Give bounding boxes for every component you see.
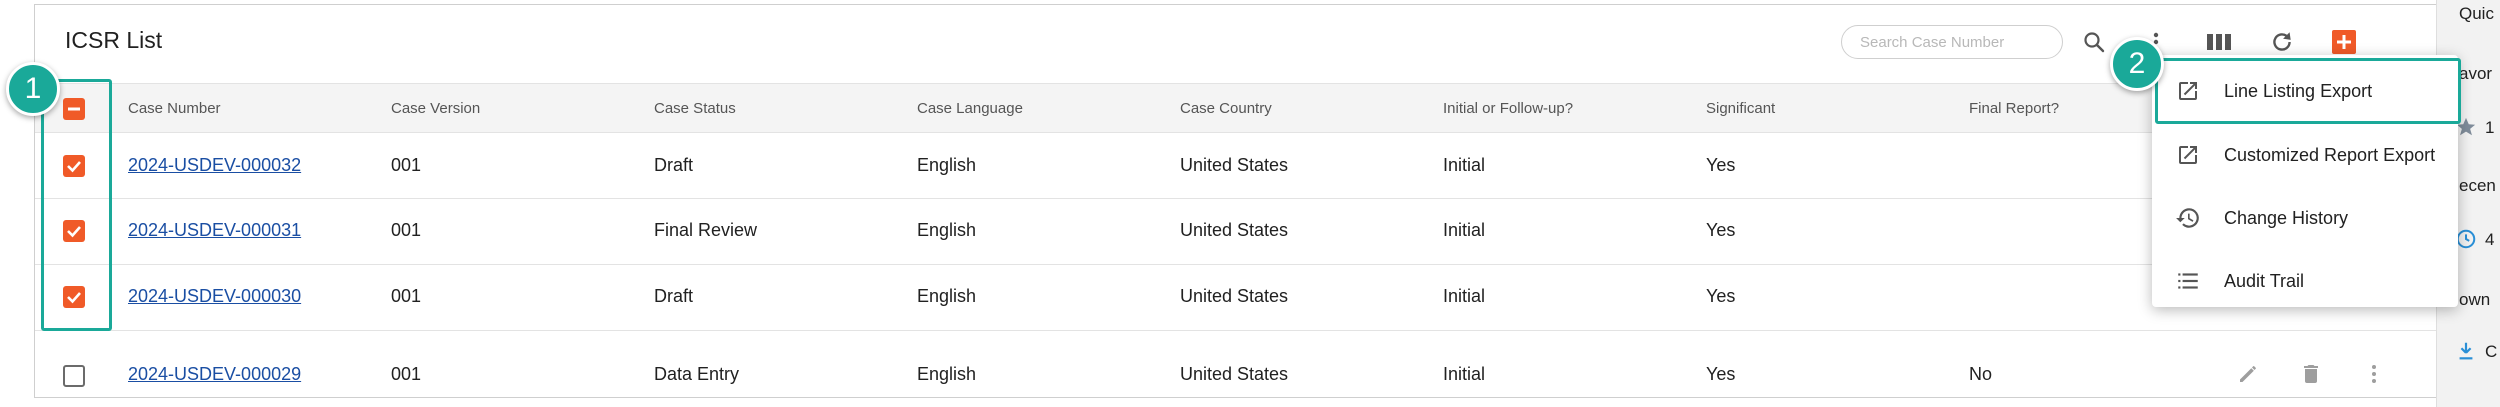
more-vert-icon [2372, 365, 2376, 383]
header-case-language[interactable]: Case Language [917, 84, 1023, 134]
callout-badge-2: 2 [2110, 37, 2164, 91]
side-favorite-count: 1 [2485, 118, 2495, 137]
header-final-report[interactable]: Final Report? [1969, 84, 2059, 134]
header-case-country[interactable]: Case Country [1180, 84, 1272, 134]
callout-badge-1: 1 [6, 62, 60, 116]
significant: Yes [1706, 286, 1736, 306]
history-icon [2174, 204, 2202, 232]
list-icon [2174, 267, 2202, 295]
case-country: United States [1180, 286, 1289, 306]
table-row[interactable]: 2024-USDEV-000030 001 Draft English Unit… [35, 265, 2450, 331]
card-title: ICSR List [65, 27, 163, 53]
edit-button[interactable] [2231, 357, 2265, 391]
search-case-number-input[interactable] [1841, 25, 2063, 59]
case-language: English [917, 220, 977, 240]
significant: Yes [1706, 364, 1736, 384]
header-case-version[interactable]: Case Version [391, 84, 480, 134]
case-country: United States [1180, 155, 1289, 175]
menu-item-label: Change History [2224, 207, 2349, 228]
case-number-link[interactable]: 2024-USDEV-000031 [128, 220, 301, 241]
row-checkbox[interactable] [63, 365, 85, 387]
open-in-new-icon [2174, 141, 2202, 169]
search-button[interactable] [2075, 23, 2113, 61]
page: ICSR List Case Number Case Version Case … [0, 0, 2500, 407]
initial-follow-up: Initial [1443, 220, 1486, 240]
clock-icon [2455, 228, 2477, 255]
significant: Yes [1706, 220, 1736, 240]
header-case-status[interactable]: Case Status [654, 84, 736, 134]
side-download-count: C [2485, 342, 2498, 361]
case-version: 001 [391, 286, 422, 306]
table-header: Case Number Case Version Case Status Cas… [35, 83, 2450, 133]
initial-follow-up: Initial [1443, 155, 1486, 175]
header-significant[interactable]: Significant [1706, 84, 1775, 134]
checkbox-column-highlight [41, 79, 112, 331]
case-language: English [917, 155, 977, 175]
menu-item-label: Audit Trail [2224, 270, 2305, 291]
edit-pencil-icon [2240, 366, 2256, 382]
side-recent-count: 4 [2485, 230, 2495, 249]
header-case-number[interactable]: Case Number [128, 84, 221, 134]
case-status: Draft [654, 286, 694, 306]
menu-item-audit-trail[interactable]: Audit Trail [2152, 251, 2458, 311]
trash-icon [2304, 365, 2318, 383]
table-row[interactable]: 2024-USDEV-000032 001 Draft English Unit… [35, 134, 2450, 199]
icsr-list-card: ICSR List Case Number Case Version Case … [34, 4, 2450, 398]
case-country: United States [1180, 364, 1289, 384]
final-report: No [1969, 364, 1993, 384]
case-number-link[interactable]: 2024-USDEV-000032 [128, 155, 301, 176]
side-label-favorites[interactable]: avor [2459, 64, 2492, 84]
case-version: 001 [391, 155, 422, 175]
significant: Yes [1706, 155, 1736, 175]
case-status: Final Review [654, 220, 758, 240]
header-initial-follow-up[interactable]: Initial or Follow-up? [1443, 84, 1573, 134]
menu-item-label: Customized Report Export [2224, 144, 2436, 165]
case-country: United States [1180, 220, 1289, 240]
case-number-link[interactable]: 2024-USDEV-000030 [128, 286, 301, 307]
table-row[interactable]: 2024-USDEV-000029 001 Data Entry English… [35, 331, 2450, 398]
refresh-icon [2273, 32, 2291, 51]
side-label-recent[interactable]: ecen [2459, 176, 2496, 196]
initial-follow-up: Initial [1443, 364, 1486, 384]
case-version: 001 [391, 220, 422, 240]
case-version: 001 [391, 364, 422, 384]
search-icon [2084, 32, 2105, 53]
initial-follow-up: Initial [1443, 286, 1486, 306]
row-more-button[interactable] [2357, 357, 2391, 391]
delete-button[interactable] [2294, 357, 2328, 391]
download-icon [2455, 340, 2477, 367]
line-listing-export-highlight [2155, 58, 2461, 124]
case-status: Data Entry [654, 364, 740, 384]
case-language: English [917, 286, 977, 306]
menu-item-customized-report-export[interactable]: Customized Report Export [2152, 125, 2458, 185]
case-number-link[interactable]: 2024-USDEV-000029 [128, 364, 301, 385]
case-language: English [917, 364, 977, 384]
case-status: Draft [654, 155, 694, 175]
menu-item-change-history[interactable]: Change History [2152, 188, 2458, 248]
side-label-downloads[interactable]: own [2459, 290, 2490, 310]
add-icon [2332, 30, 2356, 54]
table-row[interactable]: 2024-USDEV-000031 001 Final Review Engli… [35, 199, 2450, 265]
side-label-quick[interactable]: Quic [2459, 4, 2494, 24]
columns-icon [2207, 34, 2231, 50]
